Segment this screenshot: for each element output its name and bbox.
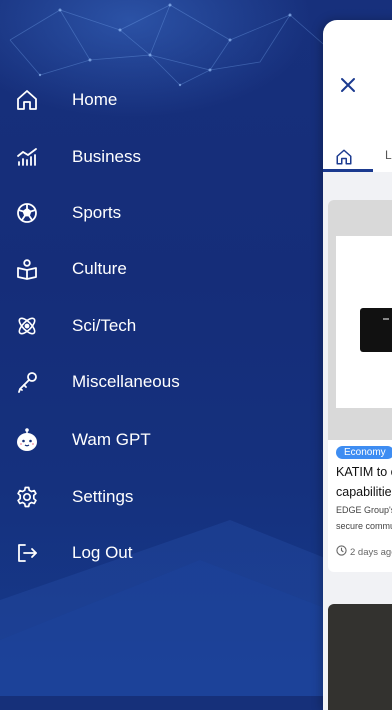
menu-item-settings[interactable]: Settings — [0, 477, 300, 517]
summary-line: EDGE Group's — [336, 505, 392, 515]
timestamp-text: 2 days ago — [350, 546, 392, 558]
tab-home[interactable] — [335, 148, 353, 166]
headline-line: capabilities — [336, 485, 392, 499]
headline-line: KATIM to e — [336, 465, 392, 479]
summary-line: secure commu — [336, 521, 392, 531]
gear-icon — [14, 484, 40, 510]
content-preview-panel[interactable]: L Economy KATIM to e capabilities EDGE G… — [323, 20, 392, 710]
close-icon — [337, 78, 359, 100]
category-badge: Economy — [336, 446, 392, 459]
menu-item-label: Sci/Tech — [72, 316, 137, 335]
menu-item-label: Wam GPT — [72, 430, 151, 449]
menu-item-label: Business — [72, 147, 141, 166]
atom-icon — [14, 313, 40, 339]
robot-icon — [14, 427, 40, 453]
menu-item-sports[interactable]: Sports — [0, 193, 300, 233]
menu-item-home[interactable]: Home — [0, 80, 300, 120]
home-icon — [335, 149, 353, 170]
menu-item-label: Settings — [72, 487, 134, 506]
book-reader-icon — [14, 256, 40, 282]
menu-item-wam-gpt[interactable]: Wam GPT — [0, 420, 300, 460]
news-card-next[interactable] — [328, 604, 392, 710]
close-button[interactable] — [337, 74, 359, 96]
menu-item-label: Culture — [72, 259, 127, 278]
soccer-ball-icon — [14, 200, 40, 226]
news-image — [328, 200, 392, 440]
menu-item-label: Home — [72, 90, 118, 109]
logout-icon — [14, 540, 40, 566]
menu-item-label: Miscellaneous — [72, 372, 180, 391]
menu-item-business[interactable]: Business — [0, 137, 300, 177]
clock-icon — [336, 545, 347, 559]
category-tabs: L — [323, 120, 392, 173]
device-detail — [383, 318, 389, 320]
menu-item-scitech[interactable]: Sci/Tech — [0, 306, 300, 346]
news-summary: EDGE Group's secure commu — [336, 502, 392, 534]
news-card[interactable]: Economy KATIM to e capabilities EDGE Gro… — [328, 200, 392, 572]
home-icon — [14, 87, 40, 113]
device-photo — [360, 308, 392, 352]
news-timestamp: 2 days ago — [336, 545, 392, 559]
menu-item-culture[interactable]: Culture — [0, 249, 300, 289]
news-headline[interactable]: KATIM to e capabilities — [336, 462, 392, 502]
news-feed: Economy KATIM to e capabilities EDGE Gro… — [323, 172, 392, 710]
menu-item-label: Log Out — [72, 543, 133, 562]
tab-second[interactable]: L — [385, 148, 392, 162]
chart-icon — [14, 144, 40, 170]
menu-item-miscellaneous[interactable]: Miscellaneous — [0, 362, 300, 402]
menu-item-logout[interactable]: Log Out — [0, 533, 300, 573]
menu-item-label: Sports — [72, 203, 122, 222]
microphone-icon — [14, 369, 40, 395]
